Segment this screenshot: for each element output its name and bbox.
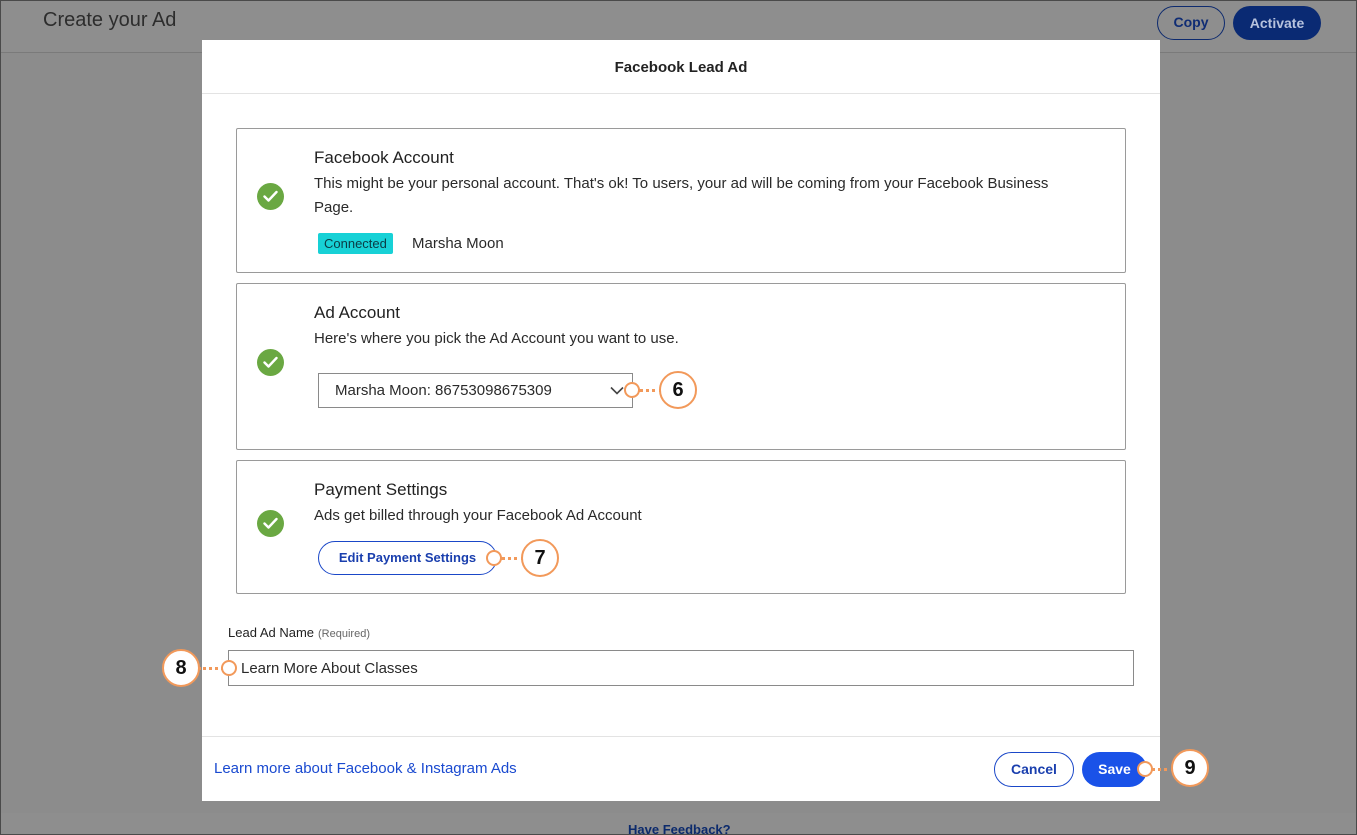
facebook-account-title: Facebook Account (314, 148, 454, 167)
payment-settings-description: Ads get billed through your Facebook Ad … (314, 507, 642, 524)
modal-footer: Learn more about Facebook & Instagram Ad… (202, 736, 1160, 801)
callout-number-9: 9 (1171, 749, 1209, 787)
required-note: (Required) (318, 628, 370, 640)
screenshot-frame: Create your Ad Copy Activate Have Feedba… (0, 0, 1357, 835)
callout-dot (486, 550, 502, 566)
ad-account-title: Ad Account (314, 303, 401, 322)
check-icon (257, 510, 284, 537)
lead-ad-name-label: Lead Ad Name (Required) (228, 625, 370, 640)
ad-account-select-value: Marsha Moon: 86753098675309 (335, 382, 552, 399)
check-icon (257, 183, 284, 210)
page-title: Create your Ad (43, 9, 177, 31)
lead-ad-name-input[interactable]: Learn More About Classes (228, 650, 1134, 686)
lead-ad-name-value: Learn More About Classes (241, 660, 418, 677)
facebook-account-card: Facebook Account This might be your pers… (236, 128, 1126, 273)
callout-dot (221, 660, 237, 676)
callout-dot (624, 382, 640, 398)
check-icon (257, 349, 284, 376)
modal-title: Facebook Lead Ad (614, 59, 748, 76)
lead-ad-name-label-text: Lead Ad Name (228, 625, 315, 640)
modal-header: Facebook Lead Ad (202, 40, 1160, 94)
learn-more-link[interactable]: Learn more about Facebook & Instagram Ad… (214, 760, 517, 777)
feedback-link[interactable]: Have Feedback? (628, 822, 731, 834)
facebook-account-description: This might be your personal account. Tha… (314, 175, 1049, 216)
ad-account-card: Ad Account Here's where you pick the Ad … (236, 283, 1126, 450)
cancel-button[interactable]: Cancel (994, 752, 1074, 787)
callout-number-8: 8 (162, 649, 200, 687)
connected-status-badge: Connected (318, 233, 393, 254)
activate-button[interactable]: Activate (1233, 6, 1321, 40)
edit-payment-settings-button[interactable]: Edit Payment Settings (318, 541, 497, 575)
callout-dot (1137, 761, 1153, 777)
ad-account-description: Here's where you pick the Ad Account you… (314, 330, 679, 347)
callout-number-6: 6 (659, 371, 697, 409)
payment-settings-title: Payment Settings (314, 480, 448, 499)
facebook-lead-ad-modal: Facebook Lead Ad Facebook Account This m… (202, 40, 1160, 801)
ad-account-select[interactable]: Marsha Moon: 86753098675309 (318, 373, 633, 408)
connected-account-name: Marsha Moon (412, 235, 504, 252)
page-footer: Have Feedback? (1, 813, 1356, 834)
copy-button[interactable]: Copy (1157, 6, 1225, 40)
chevron-down-icon (610, 386, 624, 395)
callout-number-7: 7 (521, 539, 559, 577)
payment-settings-card: Payment Settings Ads get billed through … (236, 460, 1126, 594)
